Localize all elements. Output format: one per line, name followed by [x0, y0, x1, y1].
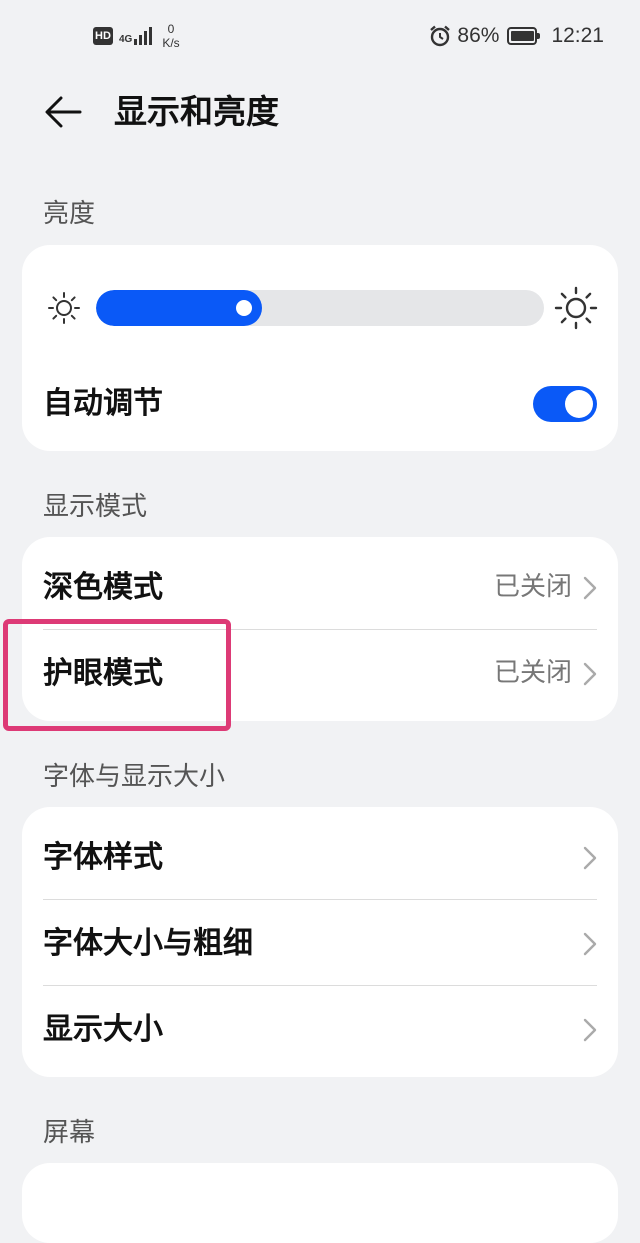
signal-indicator: 4G — [119, 27, 153, 45]
font-display-card: 字体样式 字体大小与粗细 显示大小 — [22, 807, 618, 1077]
dark-mode-label: 深色模式 — [43, 570, 163, 605]
font-style-label: 字体样式 — [43, 840, 163, 875]
chevron-right-icon — [583, 1018, 597, 1042]
chevron-right-icon — [583, 846, 597, 870]
screen-card — [22, 1163, 618, 1243]
font-size-weight-label: 字体大小与粗细 — [43, 926, 253, 961]
section-label-font-display: 字体与显示大小 — [43, 762, 226, 792]
brightness-slider-row — [22, 280, 618, 336]
display-size-row[interactable]: 显示大小 — [22, 987, 618, 1072]
status-right: 86% 12:21 — [429, 24, 604, 48]
font-style-row[interactable]: 字体样式 — [22, 815, 618, 900]
battery-icon — [507, 27, 541, 45]
page-header: 显示和亮度 — [0, 76, 640, 148]
section-label-screen: 屏幕 — [43, 1118, 96, 1148]
alarm-icon — [430, 25, 451, 47]
dark-mode-status: 已关闭 — [493, 572, 572, 602]
eye-comfort-status: 已关闭 — [493, 658, 572, 688]
page-title: 显示和亮度 — [114, 92, 279, 131]
auto-brightness-toggle[interactable] — [533, 386, 597, 422]
brightness-slider[interactable] — [96, 290, 544, 326]
hd-badge: HD — [93, 27, 113, 45]
net-speed-value: 0 — [167, 22, 175, 36]
section-label-brightness: 亮度 — [43, 199, 96, 229]
font-size-weight-row[interactable]: 字体大小与粗细 — [22, 901, 618, 986]
signal-bars-icon — [134, 27, 153, 45]
divider — [43, 985, 597, 986]
battery-percent: 86% — [457, 24, 500, 47]
eye-comfort-label: 护眼模式 — [43, 656, 163, 691]
back-arrow-icon[interactable] — [42, 90, 86, 134]
status-bar: HD 4G 0 K/s 86% 12:21 — [0, 0, 640, 76]
chevron-right-icon — [583, 662, 597, 686]
clock: 12:21 — [551, 24, 604, 47]
divider — [43, 629, 597, 630]
auto-brightness-row[interactable]: 自动调节 — [22, 361, 618, 446]
status-left: HD 4G 0 K/s — [93, 22, 180, 50]
dark-mode-row[interactable]: 深色模式 已关闭 — [22, 545, 618, 630]
chevron-right-icon — [583, 576, 597, 600]
divider — [43, 899, 597, 900]
sun-large-icon — [554, 286, 598, 330]
auto-brightness-label: 自动调节 — [43, 386, 163, 421]
display-mode-card: 深色模式 已关闭 护眼模式 已关闭 — [22, 537, 618, 721]
display-size-label: 显示大小 — [43, 1012, 163, 1047]
sun-small-icon — [48, 292, 80, 324]
net-speed-unit: K/s — [162, 36, 180, 50]
brightness-slider-handle[interactable] — [236, 300, 252, 316]
net-speed: 0 K/s — [162, 22, 179, 50]
chevron-right-icon — [583, 932, 597, 956]
network-type: 4G — [119, 34, 133, 45]
brightness-card: 自动调节 — [22, 245, 618, 451]
eye-comfort-row[interactable]: 护眼模式 已关闭 — [22, 631, 618, 716]
section-label-display-mode: 显示模式 — [43, 492, 148, 522]
